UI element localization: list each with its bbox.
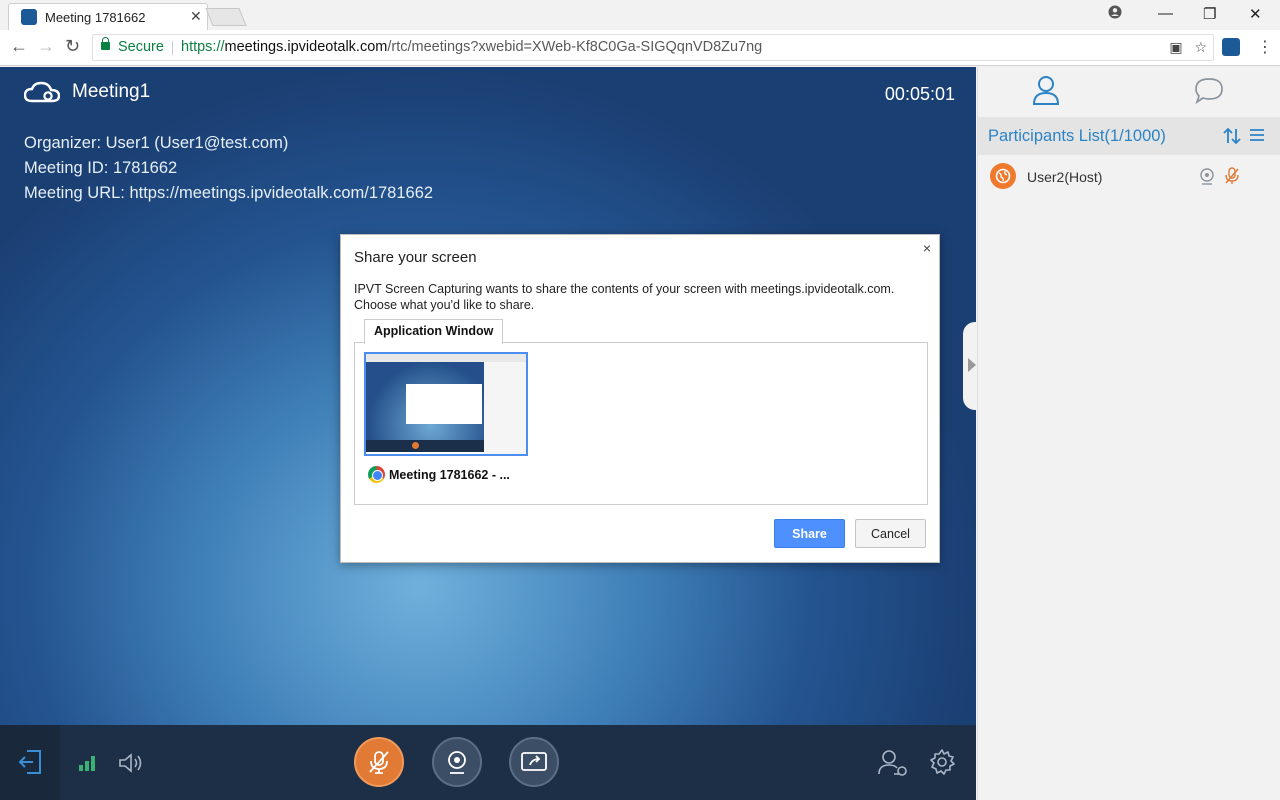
chrome-icon	[368, 466, 385, 483]
microphone-muted-icon	[369, 751, 389, 774]
thumbnail-dialog	[406, 384, 482, 424]
url-scheme: https://	[181, 39, 225, 55]
participants-panel: Participants List(1/1000) User2(Host)	[977, 67, 1280, 800]
site-favicon-icon	[21, 9, 37, 25]
ipvt-cloud-logo-icon	[24, 81, 60, 103]
mute-microphone-button[interactable]	[354, 737, 404, 787]
url-text: https://meetings.ipvideotalk.com/rtc/mee…	[181, 35, 762, 60]
panel-tabs	[978, 67, 1280, 115]
meeting-control-bar	[0, 725, 976, 800]
sort-icon[interactable]	[1223, 127, 1241, 145]
thumbnail-footer	[366, 440, 484, 452]
meeting-stage: Meeting1 00:05:01 Organizer: User1 (User…	[0, 67, 976, 800]
chat-tab-icon[interactable]	[1194, 77, 1224, 105]
thumbnail-sidepanel	[484, 362, 526, 454]
tab-title: Meeting 1781662	[45, 10, 146, 25]
webcam-icon	[448, 751, 466, 774]
source-panel: Meeting 1781662 - ...	[354, 342, 928, 505]
meeting-url-info: Meeting URL: https://meetings.ipvideotal…	[24, 184, 434, 202]
camera-button[interactable]	[432, 737, 482, 787]
omnibox-icons: ▣ ☆	[1169, 35, 1207, 60]
organizer-info: Organizer: User1 (User1@test.com)	[24, 134, 289, 152]
meeting-id-info: Meeting ID: 1781662	[24, 159, 178, 177]
signal-strength-icon[interactable]	[79, 755, 97, 771]
secure-indicator[interactable]: Secure	[101, 35, 164, 60]
browser-tab[interactable]: Meeting 1781662 ✕	[8, 3, 208, 30]
globe-avatar-icon	[995, 168, 1011, 184]
browser-toolbar: ← → ↻ Secure https://meetings.ipvideotal…	[0, 30, 1280, 66]
tab-application-window[interactable]: Application Window	[364, 319, 504, 344]
meeting-title: Meeting1	[72, 81, 151, 102]
forward-arrow-icon[interactable]: →	[37, 36, 55, 57]
browser-tabstrip: Meeting 1781662 ✕ — ❐ ✕	[0, 0, 1280, 30]
address-bar[interactable]: Secure https://meetings.ipvideotalk.com/…	[92, 34, 1214, 61]
list-menu-icon[interactable]	[1249, 128, 1265, 142]
share-screen-dialog: Share your screen × IPVT Screen Capturin…	[340, 234, 940, 563]
dialog-description: IPVT Screen Capturing wants to share the…	[354, 281, 929, 313]
restore-icon[interactable]: ❐	[1203, 5, 1216, 23]
reload-icon[interactable]: ↻	[65, 36, 80, 57]
screen-share-icon	[521, 752, 547, 771]
dialog-close-icon[interactable]: ×	[923, 240, 931, 256]
exit-zone	[0, 725, 60, 800]
bookmark-star-icon[interactable]: ☆	[1194, 39, 1207, 55]
url-host: meetings.ipvideotalk.com	[224, 39, 388, 55]
window-thumbnail[interactable]	[364, 352, 528, 456]
dialog-description-line-2: Choose what you'd like to share.	[354, 298, 535, 312]
ipvt-extension-icon[interactable]	[1222, 38, 1240, 56]
secure-label: Secure	[118, 39, 164, 55]
blocked-popup-icon[interactable]: ▣	[1169, 39, 1182, 55]
browser-menu-icon[interactable]: ⋮	[1257, 37, 1273, 57]
new-tab-button[interactable]	[205, 8, 247, 26]
participant-row[interactable]: User2(Host)	[978, 159, 1280, 195]
share-button[interactable]: Share	[774, 519, 845, 548]
thumbnail-browserbar	[366, 354, 526, 362]
collapse-arrow-icon	[968, 358, 976, 372]
lock-icon	[101, 37, 110, 50]
profile-icon[interactable]	[1108, 5, 1122, 23]
minimize-icon[interactable]: —	[1158, 5, 1173, 22]
exit-meeting-icon[interactable]	[17, 749, 43, 775]
participant-mic-muted-icon[interactable]	[1224, 167, 1240, 185]
cancel-button[interactable]: Cancel	[855, 519, 926, 548]
participants-list-title: Participants List(1/1000)	[988, 127, 1166, 145]
source-window-name: Meeting 1781662 - ...	[389, 467, 510, 482]
meeting-header: Meeting1	[24, 81, 150, 103]
share-screen-button[interactable]	[509, 737, 559, 787]
address-separator	[172, 41, 173, 55]
participant-settings-icon[interactable]	[877, 748, 911, 778]
source-window-label[interactable]: Meeting 1781662 - ...	[368, 466, 510, 483]
dialog-description-line-1: IPVT Screen Capturing wants to share the…	[354, 282, 895, 296]
meeting-timer: 00:05:01	[884, 84, 955, 104]
dialog-title: Share your screen	[354, 249, 477, 266]
participants-tab-icon[interactable]	[1032, 75, 1060, 105]
participant-name: User2(Host)	[1027, 169, 1103, 185]
participant-avatar	[990, 163, 1016, 189]
tab-close-icon[interactable]: ✕	[190, 8, 202, 25]
thumbnail-mic-dot	[412, 442, 419, 449]
back-arrow-icon[interactable]: ←	[10, 36, 28, 57]
url-path: /rtc/meetings?xwebid=XWeb-Kf8C0Ga-SIGQqn…	[387, 39, 763, 55]
window-close-icon[interactable]: ✕	[1249, 5, 1262, 23]
speaker-volume-icon[interactable]	[118, 752, 146, 774]
participants-header: Participants List(1/1000)	[978, 117, 1280, 155]
settings-gear-icon[interactable]	[928, 748, 956, 776]
participant-camera-icon[interactable]	[1199, 167, 1215, 185]
